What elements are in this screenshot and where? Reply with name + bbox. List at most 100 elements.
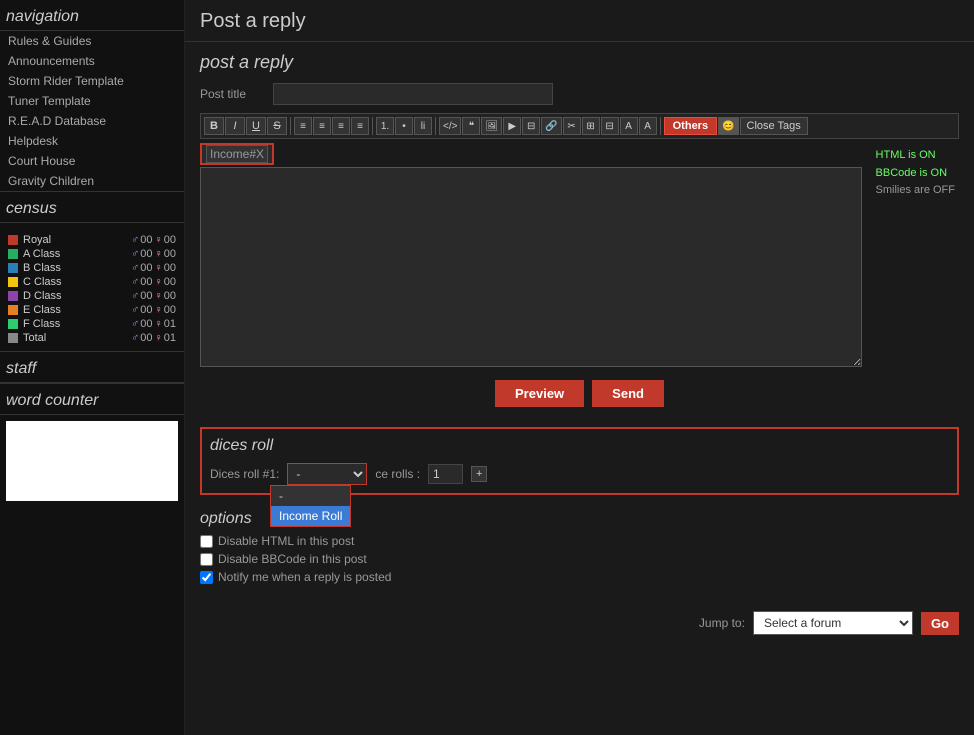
editor-toolbar: B I U S ≡ ≡ ≡ ≡ 1. • li </> ❝ 🖼 ▶ ⊟ 🔗 ✂ … xyxy=(200,113,959,139)
census-row-d: D Class ♂ 00 ♀ 00 xyxy=(6,289,178,303)
nav-read-db[interactable]: R.E.A.D Database xyxy=(0,111,184,131)
census-label-c: C Class xyxy=(23,276,129,288)
navigation-title: navigation xyxy=(0,0,184,31)
editor-textarea[interactable] xyxy=(200,167,862,367)
disable-html-label: Disable HTML in this post xyxy=(218,534,354,548)
census-row-f: F Class ♂ 00 ♀ 01 xyxy=(6,317,178,331)
census-dot-total xyxy=(8,333,18,343)
census-label-e: E Class xyxy=(23,304,129,316)
toolbar-sep2 xyxy=(372,117,373,135)
send-button[interactable]: Send xyxy=(592,380,664,407)
toolbar-code[interactable]: </> xyxy=(439,117,461,135)
toolbar-special-char[interactable]: Α xyxy=(639,117,657,135)
nav-announcements[interactable]: Announcements xyxy=(0,51,184,71)
dropdown-item-dash[interactable]: - xyxy=(271,486,350,506)
female-icon-f: ♀ xyxy=(155,318,163,330)
preview-button[interactable]: Preview xyxy=(495,380,584,407)
toolbar-italic[interactable]: I xyxy=(225,117,245,135)
census-female-a: ♀ 00 xyxy=(155,248,177,260)
dropdown-item-income[interactable]: Income Roll xyxy=(271,506,350,526)
forum-select[interactable]: Select a forum xyxy=(753,611,913,635)
census-female-e: ♀ 00 xyxy=(155,304,177,316)
toolbar-align-right[interactable]: ≡ xyxy=(332,117,350,135)
html-status: HTML is ON xyxy=(876,147,955,165)
male-icon-a: ♂ xyxy=(131,248,139,260)
disable-bbcode-checkbox[interactable] xyxy=(200,553,213,566)
nav-gravity-children[interactable]: Gravity Children xyxy=(0,171,184,191)
census-dot-d xyxy=(8,291,18,301)
smilies-status: Smilies are OFF xyxy=(876,182,955,200)
census-label-total: Total xyxy=(23,332,129,344)
post-title-input[interactable] xyxy=(273,83,553,105)
toolbar-underline[interactable]: U xyxy=(246,117,266,135)
female-icon-total: ♀ xyxy=(155,332,163,344)
census-male-c: ♂ 00 xyxy=(131,276,153,288)
census-male-e: ♂ 00 xyxy=(131,304,153,316)
nav-tuner[interactable]: Tuner Template xyxy=(0,91,184,111)
census-label-f: F Class xyxy=(23,318,129,330)
toolbar-quote[interactable]: ❝ xyxy=(462,117,480,135)
census-female-b: ♀ 00 xyxy=(155,262,177,274)
close-tags-button[interactable]: Close Tags xyxy=(740,117,808,135)
male-icon-c: ♂ xyxy=(131,276,139,288)
dice-plus-button[interactable]: + xyxy=(471,466,487,482)
toolbar-media[interactable]: ⊟ xyxy=(522,117,540,135)
go-button[interactable]: Go xyxy=(921,612,959,635)
footer-bar: Jump to: Select a forum Go xyxy=(185,603,974,643)
toolbar-cut[interactable]: ✂ xyxy=(563,117,581,135)
others-button[interactable]: Others xyxy=(664,117,717,135)
dice-rolls-input[interactable] xyxy=(428,464,463,484)
nav-court-house[interactable]: Court House xyxy=(0,151,184,171)
census-label-b: B Class xyxy=(23,262,129,274)
toolbar-flash[interactable]: ▶ xyxy=(503,117,521,135)
editor-wrapper: Income#X HTML is ON BBCode is ON Smilies… xyxy=(200,143,959,370)
nav-storm-rider[interactable]: Storm Rider Template xyxy=(0,71,184,91)
toolbar-link[interactable]: 🔗 xyxy=(541,117,561,135)
toolbar-img[interactable]: 🖼 xyxy=(481,117,502,135)
nav-rules[interactable]: Rules & Guides xyxy=(0,31,184,51)
toolbar-table2[interactable]: ⊟ xyxy=(601,117,619,135)
female-icon-b: ♀ xyxy=(155,262,163,274)
census-row-c: C Class ♂ 00 ♀ 00 xyxy=(6,275,178,289)
census-table: Royal ♂ 00 ♀ 00 A Class ♂ 00 ♀ 00 B Clas… xyxy=(0,227,184,351)
notify-checkbox[interactable] xyxy=(200,571,213,584)
toolbar-list-ul[interactable]: • xyxy=(395,117,413,135)
census-row-royal: Royal ♂ 00 ♀ 00 xyxy=(6,233,178,247)
female-icon-c: ♀ xyxy=(155,276,163,288)
option-row-bbcode: Disable BBCode in this post xyxy=(200,552,959,566)
toolbar-strike[interactable]: S xyxy=(267,117,287,135)
dices-title: dices roll xyxy=(210,437,949,455)
toolbar-align-center[interactable]: ≡ xyxy=(313,117,331,135)
dices-section: dices roll Dices roll #1: - Income Roll … xyxy=(200,427,959,495)
census-male-b: ♂ 00 xyxy=(131,262,153,274)
census-dot-e xyxy=(8,305,18,315)
toolbar-sep1 xyxy=(290,117,291,135)
toolbar-align-left[interactable]: ≡ xyxy=(294,117,312,135)
toolbar-list-item[interactable]: li xyxy=(414,117,432,135)
action-buttons: Preview Send xyxy=(200,380,959,407)
male-icon-total: ♂ xyxy=(131,332,139,344)
census-row-b: B Class ♂ 00 ♀ 00 xyxy=(6,261,178,275)
post-title-label: Post title xyxy=(200,87,265,101)
male-icon-b: ♂ xyxy=(131,262,139,274)
income-tag: Income#X xyxy=(206,145,268,163)
nav-helpdesk[interactable]: Helpdesk xyxy=(0,131,184,151)
census-male-royal: ♂ 00 xyxy=(131,234,153,246)
disable-bbcode-label: Disable BBCode in this post xyxy=(218,552,367,566)
census-label-d: D Class xyxy=(23,290,129,302)
main-content: Post a reply post a reply Post title B I… xyxy=(185,0,974,735)
notify-label: Notify me when a reply is posted xyxy=(218,570,391,584)
toolbar-emoji[interactable]: 😊 xyxy=(718,117,738,135)
post-title-row: Post title xyxy=(200,83,959,105)
toolbar-font[interactable]: A xyxy=(620,117,638,135)
toolbar-table[interactable]: ⊞ xyxy=(582,117,600,135)
disable-html-checkbox[interactable] xyxy=(200,535,213,548)
census-male-d: ♂ 00 xyxy=(131,290,153,302)
toolbar-bold[interactable]: B xyxy=(204,117,224,135)
toolbar-list-ol[interactable]: 1. xyxy=(376,117,394,135)
staff-title: staff xyxy=(0,351,184,383)
male-icon-e: ♂ xyxy=(131,304,139,316)
dice-select[interactable]: - Income Roll xyxy=(287,463,367,485)
census-female-c: ♀ 00 xyxy=(155,276,177,288)
toolbar-align-justify[interactable]: ≡ xyxy=(351,117,369,135)
